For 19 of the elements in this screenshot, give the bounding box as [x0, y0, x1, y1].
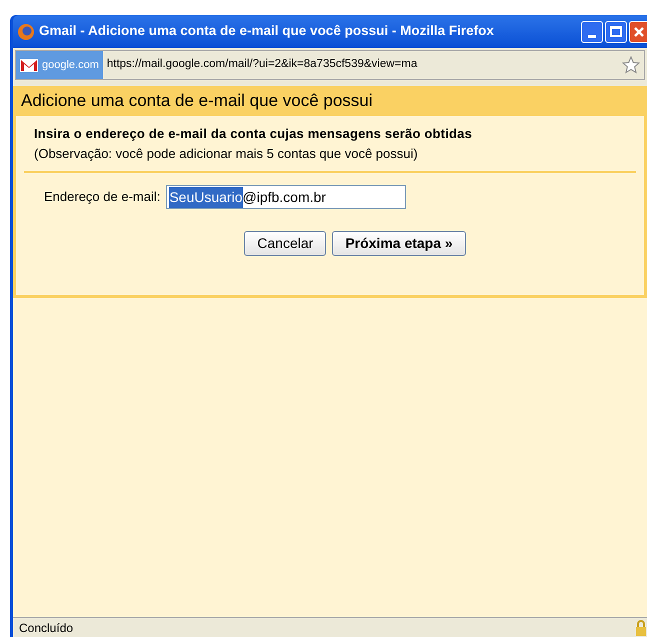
window-title: Gmail - Adicione uma conta de e-mail que você possui - Mozilla Firefox	[39, 22, 494, 40]
browser-logo-icon	[17, 22, 35, 40]
email-input-field[interactable]: SeuUsuario@ipfb.com.br	[166, 185, 406, 209]
minimize-button[interactable]	[581, 20, 603, 42]
status-text: Concluído	[18, 620, 74, 636]
url-text: https://mail.google.com/mail/?ui=2&ik=8a735cf539&view=ma	[106, 57, 418, 72]
note-text: (Observação: você pode adicionar mais 5 contas que você possui)	[34, 144, 419, 163]
mail-envelope-icon	[20, 58, 38, 72]
address-bar[interactable]: google.com https://mail.google.com/mail/?ui=2&ik=8a735cf539&view=ma	[15, 50, 645, 80]
star-icon[interactable]	[622, 56, 640, 74]
maximize-button[interactable]	[605, 20, 627, 42]
dialog-heading: Adicione uma conta de e-mail que você possui	[13, 86, 647, 116]
padlock-icon	[635, 620, 647, 636]
next-step-button[interactable]: Próxima etapa »	[332, 231, 466, 256]
close-icon	[632, 26, 644, 38]
instruction-text: Insira o endereço de e-mail da conta cujas mensagens serão obtidas	[34, 125, 474, 143]
cancel-button[interactable]: Cancelar	[244, 231, 326, 256]
close-button[interactable]	[629, 20, 647, 42]
email-field-label: Endereço de e-mail:	[44, 188, 160, 206]
